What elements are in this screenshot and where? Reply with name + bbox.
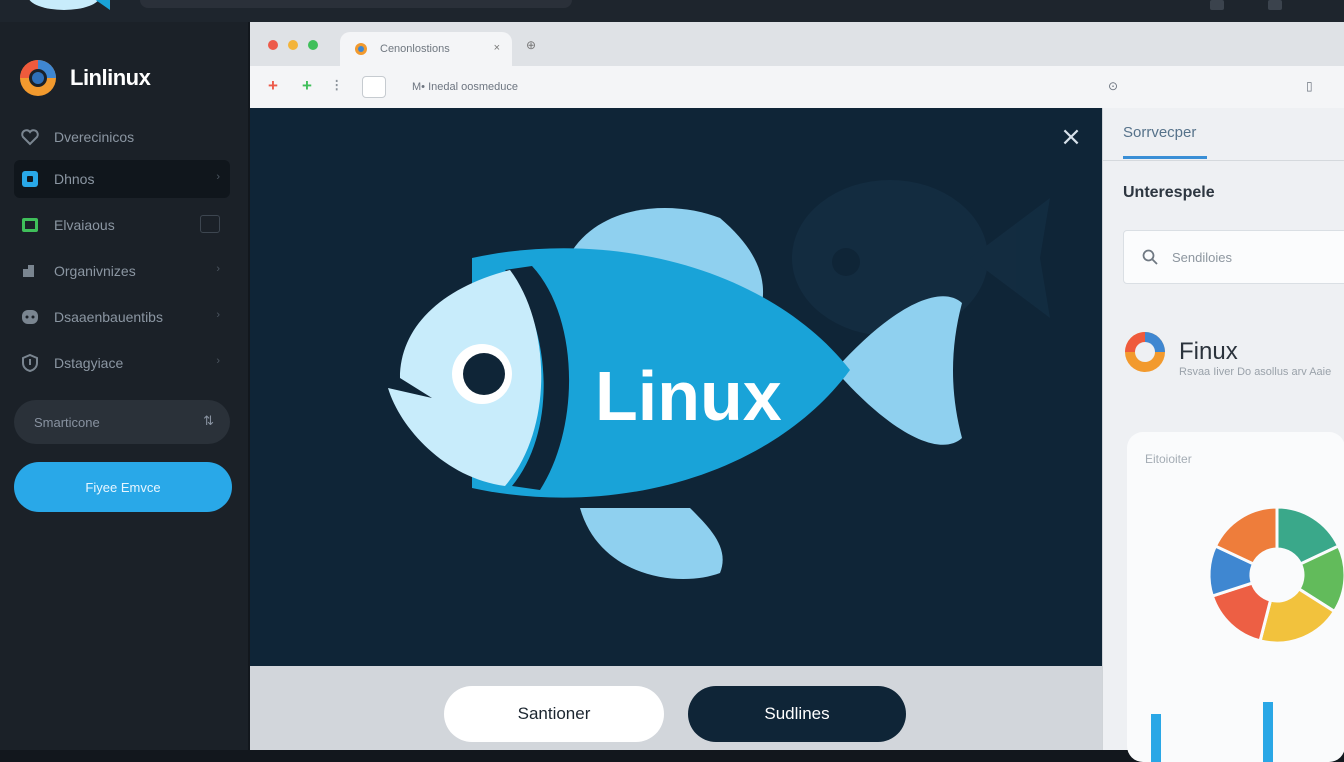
sidebar-item-label: Dsaaenbauentibs: [54, 309, 163, 325]
maximize-window-icon[interactable]: [308, 40, 318, 50]
active-tab-indicator: [1123, 156, 1207, 159]
new-tab-icon[interactable]: ⊕: [526, 38, 536, 52]
chevron-right-icon: ›: [216, 263, 220, 275]
sidebar-item-label: Elvaiaous: [54, 217, 115, 233]
filter-icon[interactable]: ⇅: [203, 413, 214, 429]
sidebar-item-3[interactable]: Organivnizes ›: [14, 252, 230, 290]
sidebar-item-label: Organivnizes: [54, 263, 136, 279]
sidebar-search[interactable]: Smarticone ⇅: [14, 400, 230, 444]
brand-name: Linlinux: [70, 65, 151, 90]
panel-search-input[interactable]: Sendiloies: [1123, 230, 1344, 284]
chevron-right-icon: ›: [216, 355, 220, 367]
browser-tab[interactable]: Cenonlostions ×: [340, 32, 512, 66]
shield-icon: [20, 353, 40, 373]
top-search-input[interactable]: [140, 0, 572, 8]
sidebar-item-5[interactable]: Dstagyiace ›: [14, 344, 230, 382]
tab-title: Cenonlostions: [380, 43, 450, 55]
chevron-right-icon: ›: [216, 171, 220, 183]
close-window-icon[interactable]: [268, 40, 278, 50]
address-bar[interactable]: M• Inedal oosmeduce: [412, 81, 518, 93]
image-icon: [20, 215, 40, 235]
sidebar-item-1[interactable]: Dhnos ›: [14, 160, 230, 198]
app-icon: [20, 169, 40, 189]
site-info-icon[interactable]: [362, 76, 386, 98]
top-app-bar: [0, 0, 1344, 22]
dialog-footer: Santioner Sudlines: [250, 666, 1102, 750]
sidebar-item-label: Dverecinicos: [54, 129, 135, 145]
back-icon[interactable]: +: [268, 76, 278, 96]
app-name: Finux: [1179, 338, 1238, 365]
stats-card: Eitoioiter: [1127, 432, 1344, 762]
reload-icon[interactable]: ⊙: [1108, 79, 1118, 93]
close-dialog-icon[interactable]: ×: [1056, 122, 1086, 152]
sidebar-item-label: Dhnos: [54, 171, 95, 187]
sidebar-item-2[interactable]: Elvaiaous: [14, 206, 230, 244]
puzzle-icon: [20, 261, 40, 281]
top-menu-icon[interactable]: [1210, 0, 1224, 10]
app-logo-icon: [29, 0, 110, 10]
right-panel: Sorrvecper Unterespele Sendiloies Finux …: [1102, 108, 1344, 762]
brand[interactable]: Linlinux: [18, 56, 151, 100]
finux-logo-icon: [1125, 332, 1165, 372]
browser-toolbar: + + ⁝ M• Inedal oosmeduce ⊙ ▯: [250, 66, 1344, 108]
add-icon[interactable]: +: [302, 76, 312, 96]
sidebar-search-label: Smarticone: [34, 414, 100, 430]
browser-window: Cenonlostions × ⊕ + + ⁝ M• Inedal oosmed…: [250, 22, 1344, 762]
chat-icon: [20, 307, 40, 327]
sidebar-item-0[interactable]: Dverecinicos: [14, 118, 230, 156]
tab-strip: Cenonlostions × ⊕: [250, 22, 1344, 66]
donut-chart: [1151, 505, 1344, 762]
secondary-button[interactable]: Santioner: [444, 686, 664, 742]
minimize-window-icon[interactable]: [288, 40, 298, 50]
sidebar: Linlinux Dverecinicos Dhnos › Elvaiaous …: [0, 22, 248, 750]
search-icon: [1142, 249, 1158, 265]
sidebar-cta-button[interactable]: Fiyee Emvce: [14, 462, 232, 512]
divider: [1103, 160, 1344, 161]
extensions-icon[interactable]: ▯: [1306, 79, 1313, 93]
badge-icon: [200, 215, 220, 233]
tab-favicon-icon: [355, 43, 367, 55]
more-icon[interactable]: ⁝: [334, 76, 339, 96]
panel-tab[interactable]: Sorrvecper: [1123, 124, 1196, 141]
brand-logo-icon: [20, 60, 56, 96]
sidebar-item-label: Dstagyiace: [54, 355, 124, 371]
tab-close-icon[interactable]: ×: [494, 42, 500, 54]
chevron-right-icon: ›: [216, 309, 220, 321]
heart-icon: [20, 127, 40, 147]
app-subtitle: Rsvaa Iiver Do asollus arv Aaie: [1179, 366, 1332, 378]
bar-mark: [1263, 702, 1273, 762]
top-settings-icon[interactable]: [1268, 0, 1282, 10]
hero-dialog: Linux ×: [250, 108, 1102, 666]
panel-search-placeholder: Sendiloies: [1172, 249, 1232, 265]
bar-mark: [1151, 714, 1161, 762]
primary-button[interactable]: Sudlines: [688, 686, 906, 742]
fish-title: Linux: [595, 357, 782, 435]
sidebar-item-4[interactable]: Dsaaenbauentibs ›: [14, 298, 230, 336]
panel-heading: Unterespele: [1123, 184, 1215, 201]
